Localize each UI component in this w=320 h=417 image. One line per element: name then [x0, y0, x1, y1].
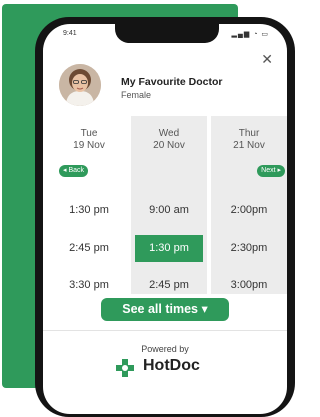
phone-screen: 9:41 ▂▄▆ ◔ ▭ ✕ My Favourite Doctor Femal…	[43, 24, 287, 414]
time-slot[interactable]: 1:30 pm	[51, 197, 127, 224]
time-slot[interactable]: 2:45 pm	[131, 272, 207, 299]
hotdoc-cross-icon	[116, 359, 134, 377]
time-slot[interactable]: 2:00pm	[211, 197, 287, 224]
time-slot-selected[interactable]: 1:30 pm	[135, 235, 203, 262]
day-column-wed: Wed 20 Nov 9:00 am 1:30 pm 2:45 pm	[131, 116, 207, 294]
divider	[43, 330, 287, 331]
phone-frame: 9:41 ▂▄▆ ◔ ▭ ✕ My Favourite Doctor Femal…	[35, 17, 295, 417]
brand-name: HotDoc	[143, 357, 200, 374]
day-name: Thur	[238, 128, 260, 139]
day-name: Tue	[80, 128, 98, 139]
see-all-times-button[interactable]: See all times ▾	[101, 298, 229, 321]
powered-by-label: Powered by	[141, 344, 189, 354]
status-time: 9:41	[63, 30, 77, 37]
time-slot[interactable]: 2:30pm	[211, 235, 287, 262]
day-column-tue: Tue 19 Nov ◂ Back 1:30 pm 2:45 pm 3:30 p…	[51, 116, 127, 294]
appointment-grid: Tue 19 Nov ◂ Back 1:30 pm 2:45 pm 3:30 p…	[51, 116, 287, 294]
hotdoc-logo: HotDoc	[115, 356, 225, 378]
doctor-name: My Favourite Doctor	[121, 76, 223, 88]
day-column-thur: Thur 21 Nov Next ▸ 2:00pm 2:30pm 3:00pm	[211, 116, 287, 294]
next-button[interactable]: Next ▸	[257, 165, 285, 177]
day-date: 19 Nov	[73, 140, 105, 151]
time-slot[interactable]: 3:00pm	[211, 272, 287, 299]
status-icons: ▂▄▆ ◔ ▭	[231, 31, 269, 38]
status-bar: 9:41 ▂▄▆ ◔ ▭	[63, 30, 269, 40]
time-slot[interactable]: 2:45 pm	[51, 235, 127, 262]
doctor-header: My Favourite Doctor Female	[59, 64, 279, 116]
day-date: 20 Nov	[153, 140, 185, 151]
time-slot[interactable]: 3:30 pm	[51, 272, 127, 299]
doctor-gender: Female	[121, 90, 152, 100]
time-slot[interactable]: 9:00 am	[131, 197, 207, 224]
back-button[interactable]: ◂ Back	[59, 165, 89, 177]
day-date: 21 Nov	[233, 140, 265, 151]
doctor-avatar	[59, 64, 101, 106]
day-name: Wed	[158, 128, 180, 139]
